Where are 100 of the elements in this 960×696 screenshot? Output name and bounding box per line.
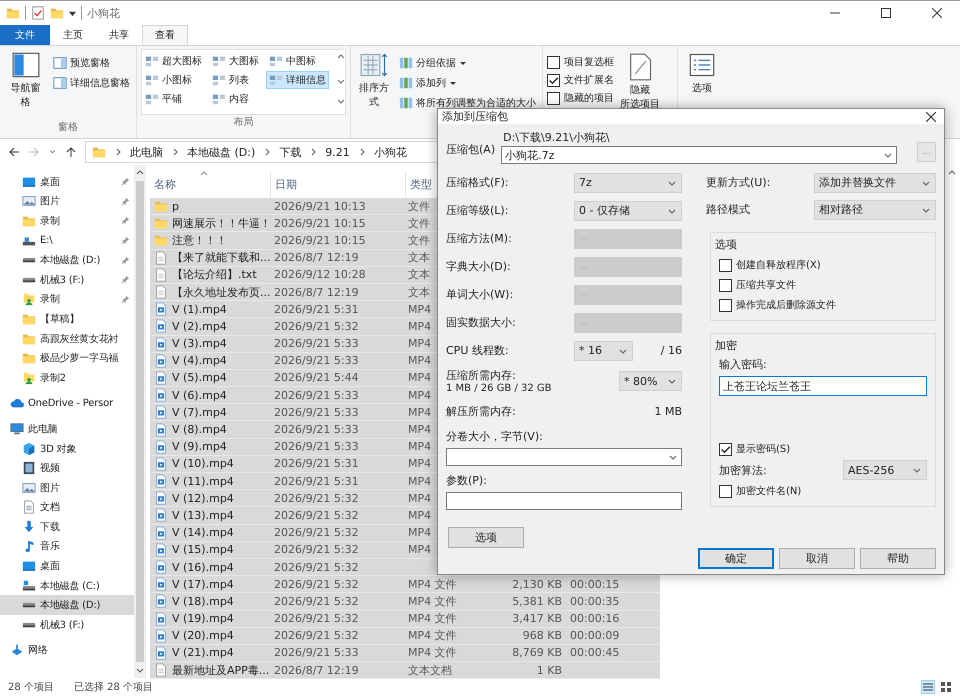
caret-icon[interactable] [69, 10, 76, 16]
layout-option[interactable]: 平铺 [142, 90, 205, 108]
file-type: 文本文档 [408, 664, 452, 677]
nav-item[interactable]: E:\ [0, 230, 134, 250]
checkbox[interactable] [719, 258, 732, 272]
pane-button[interactable]: 预览窗格 [51, 55, 132, 71]
checkbox[interactable] [547, 92, 560, 104]
hide-selected-button[interactable]: 隐藏 所选项目 [618, 49, 662, 113]
file-row[interactable]: V (17).mp4 2026/9/21 5:32 MP4 文件 2,130 KB 00:00:15 [150, 576, 660, 594]
breadcrumb[interactable]: 本地磁盘 (D:) [187, 144, 256, 160]
video-file-icon [154, 336, 168, 351]
folder-icon [22, 214, 36, 228]
ribbon-tab[interactable]: 共享 [96, 25, 142, 45]
dropdown[interactable]: 7z [574, 172, 682, 192]
options-button[interactable]: 选项 [448, 527, 524, 548]
nav-item[interactable]: 机械3 (F:) [0, 270, 134, 290]
checkbox[interactable] [719, 484, 732, 498]
up-icon[interactable] [65, 146, 77, 158]
nav-item[interactable]: 音乐 [0, 536, 134, 556]
checkbox[interactable] [547, 74, 560, 86]
parameters-field[interactable] [446, 492, 682, 510]
checkbox-label: 文件扩展名 [564, 74, 614, 87]
nav-item[interactable]: 网络 [0, 640, 134, 660]
file-menu-tab[interactable]: 文件 [0, 25, 50, 45]
ribbon-tab[interactable]: 主页 [50, 25, 96, 45]
layout-option[interactable]: 列表 [209, 71, 262, 89]
nav-item[interactable]: 录制 [0, 211, 134, 231]
breadcrumb[interactable]: 小狗花 [374, 144, 407, 160]
nav-item[interactable]: 下载 [0, 517, 134, 537]
navigation-pane-button[interactable]: 导航窗格 [4, 49, 47, 111]
options-button[interactable]: 选项 [682, 49, 722, 97]
ribbon-tab[interactable]: 查看 [142, 25, 188, 45]
dropdown[interactable]: AES-256 [843, 460, 927, 480]
file-row[interactable]: V (18).mp4 2026/9/21 5:32 MP4 文件 5,381 KB 00:00:35 [150, 593, 660, 610]
checkbox[interactable] [719, 298, 732, 312]
dropdown[interactable]: 添加并替换文件 [814, 172, 936, 192]
view-icon [269, 54, 283, 68]
nav-item[interactable]: 此电脑 [0, 419, 134, 439]
breadcrumb[interactable]: 9.21 [325, 146, 350, 158]
volume-size-combobox[interactable] [446, 448, 682, 466]
view-command-button[interactable]: 将所有列调整为合适的大小 [397, 95, 538, 111]
close-icon[interactable] [932, 8, 942, 18]
nav-item[interactable]: 图片 [0, 478, 134, 498]
nav-item[interactable]: 【草稿】 [0, 309, 134, 329]
nav-item[interactable]: 桌面 [0, 556, 134, 576]
nav-item[interactable]: 桌面 [0, 172, 134, 192]
video-file-icon [154, 560, 168, 574]
nav-item[interactable]: 极品少萝一字马福 [0, 348, 134, 368]
nav-item[interactable]: 文档 [0, 498, 134, 518]
nav-item[interactable]: 3D 对象 [0, 438, 134, 458]
folder-icon [154, 233, 168, 248]
nav-item[interactable]: 视频 [0, 458, 134, 478]
nav-item[interactable]: 本地磁盘 (D:) [0, 595, 134, 616]
breadcrumb[interactable]: 下载 [279, 144, 302, 160]
password-field[interactable]: 上苍王论坛兰苍王 [719, 376, 927, 396]
layout-option[interactable]: 中图标 [266, 52, 329, 70]
nav-item[interactable]: OneDrive - Persor [0, 394, 134, 414]
checkbox[interactable] [719, 278, 732, 292]
layout-option[interactable]: 详细信息 [266, 71, 329, 89]
dialog-button[interactable]: 帮助 [860, 548, 936, 569]
layout-option[interactable]: 超大图标 [142, 52, 205, 70]
breadcrumb[interactable]: 此电脑 [130, 144, 163, 160]
dropdown[interactable]: 相对路径 [814, 200, 936, 220]
maximize-icon[interactable] [881, 8, 891, 18]
layout-option[interactable]: 小图标 [142, 71, 205, 89]
view-command-button[interactable]: 添加列 [397, 75, 538, 91]
video-file-icon [154, 491, 168, 506]
checkbox[interactable] [719, 442, 732, 456]
nav-item[interactable]: 机械3 (F:) [0, 615, 134, 635]
dialog-button[interactable]: 确定 [698, 548, 774, 569]
checklist-icon[interactable] [31, 6, 45, 20]
view-icon [145, 92, 159, 106]
file-row[interactable]: V (21).mp4 2026/9/21 5:33 MP4 文件 8,769 KB 00:00:45 [150, 644, 660, 662]
layout-option[interactable]: 大图标 [209, 52, 262, 70]
nav-item[interactable]: 录制 [0, 290, 134, 310]
button-label: 选项 [692, 82, 712, 95]
scrollbar[interactable] [134, 165, 146, 678]
large-icons-view-icon[interactable] [940, 681, 952, 693]
dropdown[interactable]: 0 - 仅存储 [574, 200, 682, 220]
nav-item[interactable]: 本地磁盘 (D:) [0, 250, 134, 270]
checkbox[interactable] [547, 56, 560, 68]
dialog-button[interactable]: 取消 [779, 548, 855, 569]
layout-option[interactable]: 内容 [209, 90, 262, 108]
dropdown[interactable]: * 16 [574, 340, 633, 360]
columns-icon [399, 56, 413, 70]
file-row[interactable]: 最新地址及APP毒... 2026/8/7 12:19 文本文档 1 KB [150, 662, 660, 680]
sort-by-button[interactable]: 排序方式 [355, 49, 393, 111]
view-command-button[interactable]: 分组依据 [397, 55, 538, 71]
close-icon[interactable] [926, 112, 936, 122]
details-view-icon[interactable] [922, 681, 934, 693]
nav-item[interactable]: 高跟灰丝黄女花衬 [0, 328, 134, 348]
file-row[interactable]: V (19).mp4 2026/9/21 5:32 MP4 文件 3,417 KB 00:00:16 [150, 610, 660, 628]
nav-item[interactable]: 本地磁盘 (C:) [0, 576, 134, 596]
dropdown[interactable]: * 80% [619, 371, 682, 391]
pane-button[interactable]: 详细信息窗格 [51, 75, 132, 91]
back-icon[interactable] [8, 146, 20, 158]
nav-item[interactable]: 录制2 [0, 368, 134, 388]
nav-item[interactable]: 图片 [0, 192, 134, 212]
file-row[interactable]: V (20).mp4 2026/9/21 5:32 MP4 文件 968 KB 00:00:09 [150, 628, 660, 645]
archive-name-combobox[interactable]: 小狗花.7z [501, 146, 898, 164]
